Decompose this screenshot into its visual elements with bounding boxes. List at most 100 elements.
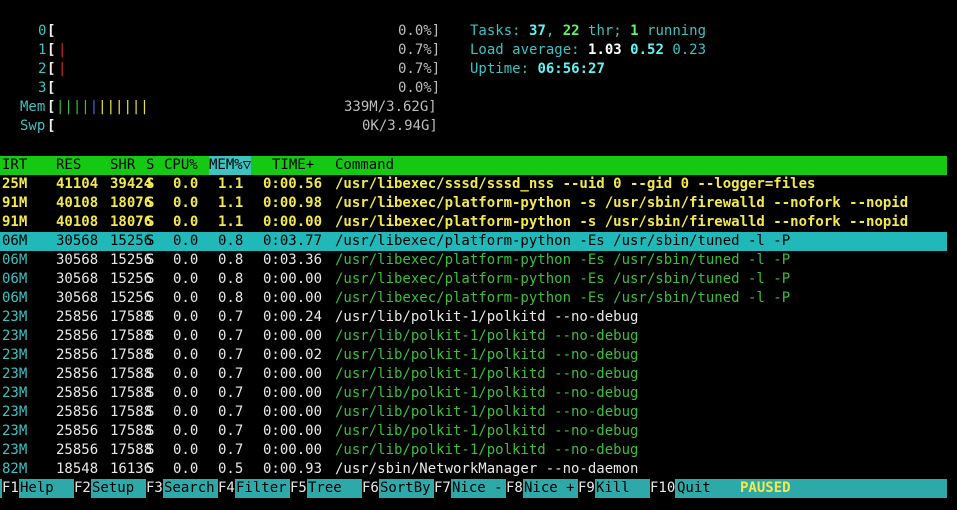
cpu-label: 1 — [38, 42, 47, 58]
load-average: Load average: 1.03 0.52 0.23 — [470, 42, 707, 58]
col-state[interactable]: S — [146, 156, 154, 175]
process-mem: 0.7 — [218, 423, 244, 439]
process-state: S — [146, 176, 155, 192]
process-virt: 25M — [2, 176, 28, 192]
process-cpu: 0.0 — [173, 233, 199, 249]
fkey-f3[interactable]: F3 — [146, 479, 163, 498]
process-row[interactable]: 23M 25856 17588 S 0.0 0.7 0:00.00/usr/lib/polk… — [0, 384, 947, 403]
process-cpu: 0.0 — [173, 423, 199, 439]
process-time: 0:03.77 — [263, 233, 323, 249]
process-row[interactable]: 06M 30568 15256 S 0.0 0.8 0:00.00/usr/libexec/… — [0, 289, 947, 308]
process-cpu: 0.0 — [173, 309, 199, 325]
process-row[interactable]: 91M 40108 18076 S 0.0 1.1 0:00.00/usr/libexec/… — [0, 213, 947, 232]
process-mem: 1.1 — [218, 214, 244, 230]
fkey-label-tree[interactable]: Tree — [308, 479, 342, 498]
process-cpu: 0.0 — [173, 461, 199, 477]
fkey-f4[interactable]: F4 — [218, 479, 235, 498]
process-row[interactable]: 23M 25856 17588 S 0.0 0.7 0:00.00/usr/lib/polk… — [0, 422, 947, 441]
process-state: S — [146, 347, 155, 363]
process-res: 25856 — [56, 442, 99, 458]
fkey-label-kill[interactable]: Kill — [596, 479, 630, 498]
function-key-bar: F1 Help F2 Setup F3 Search F4 Filter F5 Tree F6 Sor… — [0, 479, 947, 498]
process-row[interactable]: 23M 25856 17588 S 0.0 0.7 0:00.00/usr/lib/polk… — [0, 403, 947, 422]
cpu-value: 0.0%] — [398, 80, 441, 96]
col-command[interactable]: Command — [335, 156, 394, 175]
fkey-f10[interactable]: F10 — [650, 479, 676, 498]
fkey-label-sortby[interactable]: SortBy — [380, 479, 431, 498]
fkey-label-search[interactable]: Search — [164, 479, 215, 498]
process-row[interactable]: 23M 25856 17588 S 0.0 0.7 0:00.24/usr/lib/polk… — [0, 308, 947, 327]
col-res[interactable]: RES — [56, 156, 81, 175]
process-row[interactable]: 23M 25856 17588 S 0.0 0.7 0:00.00/usr/lib/polk… — [0, 365, 947, 384]
process-cpu: 0.0 — [173, 214, 199, 230]
fkey-label-setup[interactable]: Setup — [92, 479, 134, 498]
col-mem-sorted[interactable]: MEM%▽ — [209, 156, 252, 175]
process-command: /usr/lib/polkit-1/polkitd --no-debug — [335, 442, 639, 458]
process-row[interactable]: 23M 25856 17588 S 0.0 0.7 0:00.00/usr/lib/polk… — [0, 327, 947, 346]
process-virt: 06M — [2, 271, 28, 287]
fkey-f2[interactable]: F2 — [74, 479, 91, 498]
process-command: /usr/libexec/platform-python -s /usr/sbi… — [335, 195, 909, 211]
col-shr[interactable]: SHR — [110, 156, 135, 175]
col-virt[interactable]: IRT — [2, 156, 27, 175]
fkey-label-nice[interactable]: Nice - — [452, 479, 503, 498]
process-mem: 0.7 — [218, 328, 244, 344]
process-res: 41104 — [56, 176, 99, 192]
fkey-f8[interactable]: F8 — [506, 479, 523, 498]
swap-value: 0K/3.94G] — [362, 118, 438, 134]
process-row[interactable]: 23M 25856 17588 S 0.0 0.7 0:00.02/usr/lib/polk… — [0, 346, 947, 365]
process-time: 0:00.00 — [263, 423, 323, 439]
process-row[interactable]: 25M 41104 39424 S 0.0 1.1 0:00.56/usr/libexec/… — [0, 175, 947, 194]
fkey-f7[interactable]: F7 — [434, 479, 451, 498]
process-mem: 0.7 — [218, 404, 244, 420]
process-state: S — [146, 290, 155, 306]
process-virt: 23M — [2, 366, 28, 382]
process-res: 25856 — [56, 347, 99, 363]
process-row[interactable]: 06M 30568 15256 S 0.0 0.8 0:00.00/usr/libexec/… — [0, 270, 947, 289]
process-mem: 0.8 — [218, 290, 244, 306]
process-mem: 0.7 — [218, 442, 244, 458]
cpu-label: 3 — [38, 80, 47, 96]
process-time: 0:00.00 — [263, 404, 323, 420]
process-virt: 23M — [2, 423, 28, 439]
process-res: 30568 — [56, 252, 99, 268]
process-state: S — [146, 328, 155, 344]
process-cpu: 0.0 — [173, 366, 199, 382]
fkey-f6[interactable]: F6 — [362, 479, 379, 498]
tasks-summary: Tasks: 37, 22 thr; 1 running — [470, 23, 707, 39]
col-time[interactable]: TIME+ — [272, 156, 314, 175]
fkey-label-nice[interactable]: Nice + — [524, 479, 575, 498]
process-time: 0:00.00 — [263, 442, 323, 458]
process-row[interactable]: 82M 18548 16136 S 0.0 0.5 0:00.93/usr/sbin/Net… — [0, 460, 947, 479]
process-time: 0:00.00 — [263, 290, 323, 306]
process-virt: 06M — [2, 252, 28, 268]
process-time: 0:00.00 — [263, 328, 323, 344]
process-command: /usr/lib/polkit-1/polkitd --no-debug — [335, 347, 639, 363]
fkey-f1[interactable]: F1 — [2, 479, 19, 498]
mem-label: Mem — [20, 99, 46, 115]
process-state: S — [146, 385, 155, 401]
process-res: 18548 — [56, 461, 99, 477]
fkey-label-filter[interactable]: Filter — [236, 479, 287, 498]
process-state: S — [146, 195, 155, 211]
fkey-label-quit[interactable]: Quit — [677, 479, 711, 498]
process-row[interactable]: 06M 30568 15256 S 0.0 0.8 0:03.77/usr/libexec/… — [0, 232, 947, 251]
fkey-f9[interactable]: F9 — [578, 479, 595, 498]
process-mem: 1.1 — [218, 195, 244, 211]
process-cpu: 0.0 — [173, 385, 199, 401]
process-row[interactable]: 91M 40108 18076 S 0.0 1.1 0:00.98/usr/libexec/… — [0, 194, 947, 213]
process-row[interactable]: 06M 30568 15256 S 0.0 0.8 0:03.36/usr/libexec/… — [0, 251, 947, 270]
process-state: S — [146, 404, 155, 420]
fkey-f5[interactable]: F5 — [290, 479, 307, 498]
cpu-value: 0.7%] — [398, 61, 441, 77]
uptime: Uptime: 06:56:27 — [470, 61, 605, 77]
fkey-label-help[interactable]: Help — [20, 479, 54, 498]
process-row[interactable]: 23M 25856 17588 S 0.0 0.7 0:00.00/usr/lib/polk… — [0, 441, 947, 460]
process-time: 0:00.93 — [263, 461, 323, 477]
process-time: 0:00.56 — [263, 176, 323, 192]
process-virt: 23M — [2, 347, 28, 363]
col-cpu[interactable]: CPU% — [164, 156, 198, 175]
process-res: 30568 — [56, 271, 99, 287]
mem-value: 339M/3.62G] — [344, 99, 437, 115]
process-res: 40108 — [56, 214, 99, 230]
